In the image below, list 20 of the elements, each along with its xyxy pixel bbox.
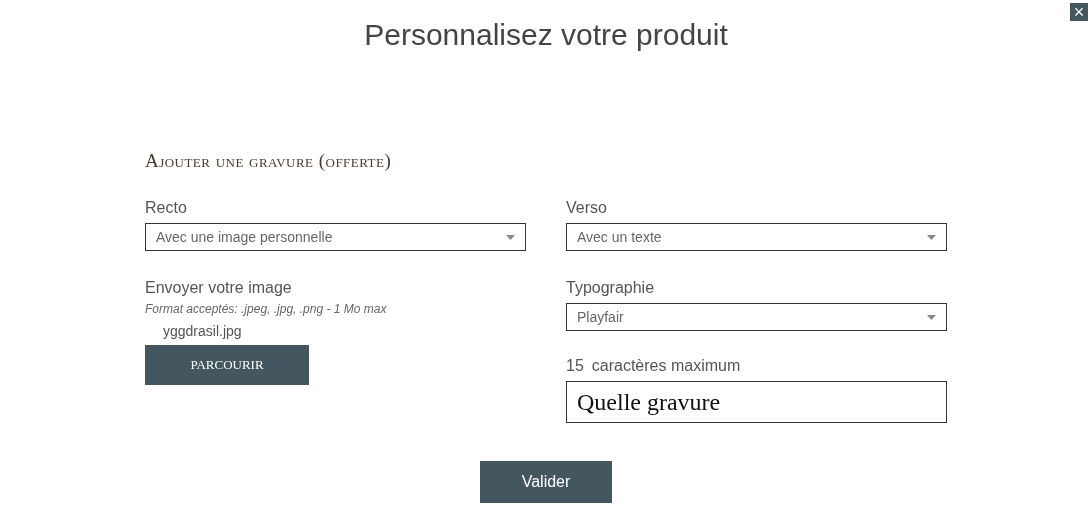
- field-label: Verso: [566, 198, 607, 218]
- engraving-input[interactable]: Quelle gravure: [566, 381, 947, 423]
- close-button[interactable]: ×: [1070, 3, 1088, 21]
- typography-select[interactable]: Playfair: [566, 303, 947, 331]
- format-hint: Format acceptés: .jpeg, .jpg, .png - 1 Mo max: [145, 301, 387, 318]
- caret-icon: [927, 234, 936, 240]
- caret-icon: [927, 314, 936, 320]
- field-label: Typographie: [566, 278, 655, 298]
- field-label: caractères maximum: [591, 356, 741, 376]
- dialog-title: Personnalisez votre produit: [364, 17, 728, 53]
- browse-button[interactable]: PARCOURIR: [145, 345, 309, 385]
- character-count: 15: [566, 356, 584, 376]
- caret-icon: [506, 234, 515, 240]
- field-label: Recto: [145, 198, 187, 218]
- verso-select[interactable]: Avec un texte: [566, 223, 947, 251]
- recto-select[interactable]: Avec une image personnelle: [145, 223, 526, 251]
- section-heading: Ajouter une gravure (offerte): [145, 149, 392, 173]
- submit-button[interactable]: Valider: [480, 461, 612, 503]
- file-name: yggdrasil.jpg: [163, 322, 242, 341]
- field-label: Envoyer votre image: [145, 278, 292, 298]
